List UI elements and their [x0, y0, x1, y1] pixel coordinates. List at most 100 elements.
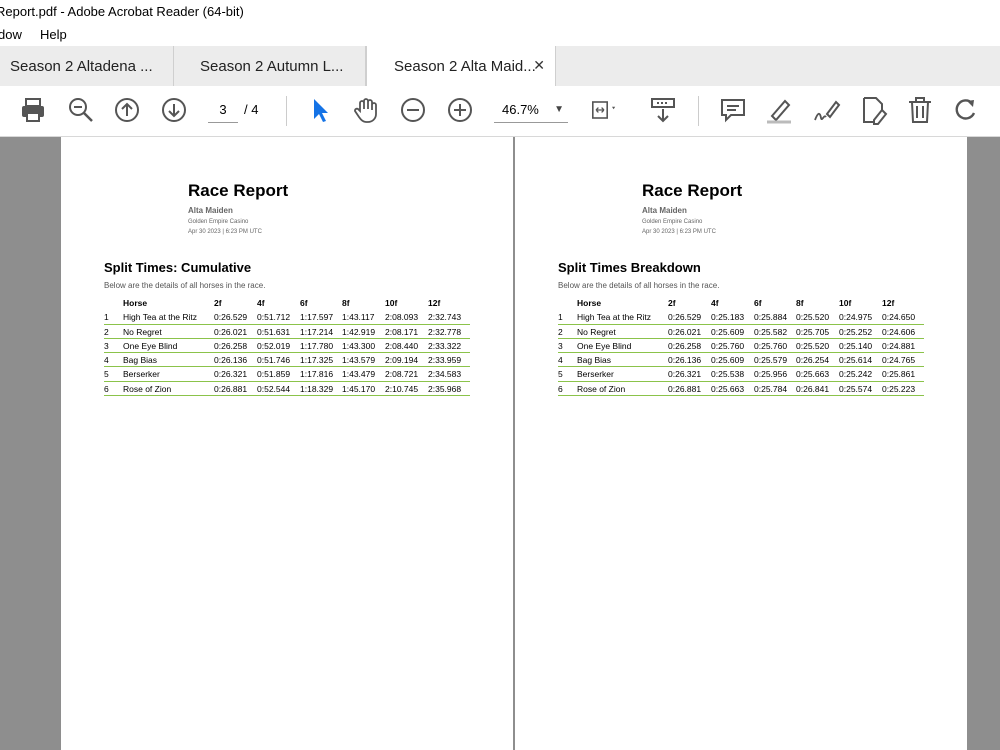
table-row: 6 Rose of Zion 0:26.881 0:52.544 1:18.329 1:4… — [104, 382, 470, 397]
split-time-cell: 0:25.705 — [796, 326, 830, 337]
split-time-cell: 0:24.765 — [882, 355, 916, 366]
tab-season2-altadena[interactable]: Season 2 Altadena ... — [0, 46, 174, 86]
rotate-icon[interactable] — [950, 94, 982, 126]
zoom-out-icon[interactable] — [397, 94, 429, 126]
page-number-input[interactable]: 3 — [208, 98, 238, 123]
report-title: Race Report — [642, 181, 743, 200]
split-time-cell: 0:25.520 — [796, 312, 830, 323]
split-time-cell: 2:10.745 — [385, 383, 419, 394]
position-cell: 4 — [558, 355, 563, 366]
column-header: 10f — [385, 298, 398, 308]
scroll-mode-icon[interactable] — [647, 94, 679, 126]
menu-bar: dow Help — [0, 24, 1000, 46]
page-total: / 4 — [244, 102, 259, 117]
table-row: 5 Berserker 0:26.321 0:25.538 0:25.956 0:25.6… — [558, 367, 924, 382]
race-name: Alta Maiden — [642, 206, 687, 215]
position-cell: 3 — [558, 340, 563, 351]
table-row: 1 High Tea at the Ritz 0:26.529 0:51.712 1:1… — [104, 310, 470, 325]
column-header: 6f — [300, 298, 308, 308]
horse-name-cell: High Tea at the Ritz — [123, 312, 198, 323]
split-time-cell: 0:52.019 — [257, 340, 291, 351]
edit-pdf-icon[interactable] — [857, 94, 889, 126]
split-time-cell: 0:25.614 — [839, 355, 873, 366]
split-time-cell: 2:32.743 — [428, 312, 462, 323]
horse-name-cell: One Eye Blind — [123, 340, 178, 351]
split-time-cell: 0:25.956 — [754, 369, 788, 380]
horse-name-cell: Bag Bias — [577, 355, 612, 366]
document-viewer[interactable]: Race Report Alta Maiden Golden Empire Ca… — [0, 137, 1000, 750]
split-time-cell: 2:33.959 — [428, 355, 462, 366]
section-heading: Split Times Breakdown — [558, 260, 701, 275]
select-arrow-icon[interactable] — [304, 94, 336, 126]
split-time-cell: 0:25.223 — [882, 383, 916, 394]
position-cell: 5 — [104, 369, 109, 380]
horse-name-cell: High Tea at the Ritz — [577, 312, 652, 323]
split-time-cell: 1:42.919 — [342, 326, 376, 337]
split-time-cell: 0:26.136 — [668, 355, 702, 366]
page-up-icon[interactable] — [111, 94, 143, 126]
zoom-level-value: 46.7% — [502, 102, 539, 117]
split-time-cell: 0:26.881 — [668, 383, 702, 394]
position-cell: 2 — [104, 326, 109, 337]
tab-label: Season 2 Altadena ... — [10, 58, 153, 75]
split-time-cell: 0:25.183 — [711, 312, 745, 323]
split-time-cell: 2:32.778 — [428, 326, 462, 337]
chevron-down-icon: ▼ — [554, 104, 564, 115]
zoom-level-dropdown[interactable]: 46.7% ▼ — [494, 98, 568, 123]
tab-season2-alta-maiden[interactable]: Season 2 Alta Maid... ✕ — [366, 46, 556, 87]
split-time-cell: 0:25.609 — [711, 355, 745, 366]
position-cell: 6 — [104, 383, 109, 394]
split-breakdown-table: Horse 2f 4f 6f 8f 10f 12f 1 High Tea at the Ritz… — [558, 296, 924, 397]
delete-icon[interactable] — [904, 94, 936, 126]
position-cell: 4 — [104, 355, 109, 366]
zoom-in-icon[interactable] — [444, 94, 476, 126]
comment-icon[interactable] — [717, 94, 749, 126]
split-time-cell: 1:45.170 — [342, 383, 376, 394]
split-time-cell: 0:25.579 — [754, 355, 788, 366]
print-icon[interactable] — [17, 94, 49, 126]
page-fit-icon[interactable] — [588, 94, 628, 126]
position-cell: 3 — [104, 340, 109, 351]
column-header: 12f — [428, 298, 441, 308]
hand-icon[interactable] — [350, 94, 382, 126]
split-time-cell: 0:51.746 — [257, 355, 291, 366]
race-datetime: Apr 30 2023 | 6:23 PM UTC — [188, 229, 262, 235]
split-time-cell: 0:25.884 — [754, 312, 788, 323]
split-time-cell: 0:26.529 — [214, 312, 248, 323]
tab-season2-autumn[interactable]: Season 2 Autumn L... — [174, 46, 366, 86]
horse-name-cell: No Regret — [123, 326, 162, 337]
zoom-out-search-icon[interactable] — [65, 94, 97, 126]
horse-name-cell: Berserker — [577, 369, 614, 380]
split-time-cell: 0:25.663 — [711, 383, 745, 394]
table-header-row: Horse 2f 4f 6f 8f 10f 12f — [104, 296, 470, 310]
menu-help[interactable]: Help — [40, 27, 67, 42]
title-bar: Report.pdf - Adobe Acrobat Reader (64-bi… — [0, 0, 1000, 24]
table-row: 5 Berserker 0:26.321 0:51.859 1:17.816 1:43.4… — [104, 367, 470, 382]
split-time-cell: 1:17.816 — [300, 369, 334, 380]
close-tab-icon[interactable]: ✕ — [533, 57, 545, 74]
menu-window[interactable]: dow — [0, 27, 22, 42]
section-description: Below are the details of all horses in t… — [104, 281, 266, 290]
split-time-cell: 0:26.321 — [668, 369, 702, 380]
split-time-cell: 0:26.021 — [214, 326, 248, 337]
section-heading: Split Times: Cumulative — [104, 260, 252, 275]
split-time-cell: 0:26.881 — [214, 383, 248, 394]
split-time-cell: 2:08.721 — [385, 369, 419, 380]
position-cell: 1 — [558, 312, 563, 323]
race-name: Alta Maiden — [188, 206, 233, 215]
column-header: 4f — [711, 298, 719, 308]
split-time-cell: 0:25.520 — [796, 340, 830, 351]
split-time-cell: 0:25.582 — [754, 326, 788, 337]
venue: Golden Empire Casino — [642, 219, 703, 225]
split-time-cell: 0:26.529 — [668, 312, 702, 323]
position-cell: 5 — [558, 369, 563, 380]
highlight-icon[interactable] — [763, 94, 795, 126]
split-time-cell: 1:17.597 — [300, 312, 334, 323]
table-row: 1 High Tea at the Ritz 0:26.529 0:25.183 0:2… — [558, 310, 924, 325]
split-time-cell: 0:26.258 — [214, 340, 248, 351]
tab-label: Season 2 Autumn L... — [200, 58, 344, 75]
split-time-cell: 1:17.780 — [300, 340, 334, 351]
sign-icon[interactable] — [810, 94, 842, 126]
page-down-icon[interactable] — [158, 94, 190, 126]
section-description: Below are the details of all horses in t… — [558, 281, 720, 290]
